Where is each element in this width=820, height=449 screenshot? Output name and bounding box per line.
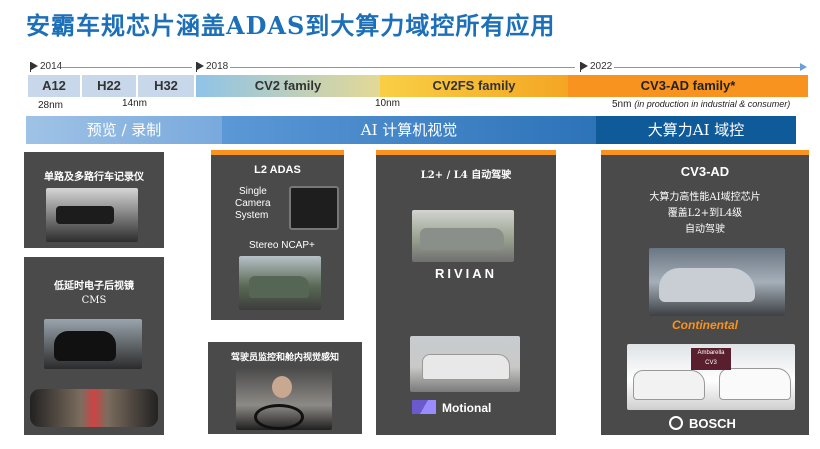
bosch-cars-photo: Ambarella CV3 (627, 344, 795, 410)
year-2018: 2018 (206, 61, 229, 72)
arrow-right-icon (800, 63, 807, 71)
rear-mirror-photo (30, 389, 158, 427)
camera-module-icon (289, 186, 339, 230)
flag-icon (197, 62, 204, 70)
cv3-desc-line2: 覆盖L2+到L4级 (667, 208, 743, 219)
panel-dashcam-title: 单路及多路行车记录仪 (44, 172, 144, 183)
year-2022: 2022 (590, 61, 613, 72)
panel-cms: 低延时电子后视镜 CMS (24, 257, 164, 435)
robotaxi-icon (422, 354, 510, 380)
band-ai-vision: AI 计算机视觉 (222, 116, 596, 144)
process-5nm: 5nm (in production in industrial & consu… (612, 99, 790, 110)
cv3-desc-line1: 大算力高性能AI域控芯片 (649, 192, 761, 203)
process-10nm: 10nm (375, 98, 401, 109)
test-car-icon (719, 368, 791, 400)
panel-l2-adas: L2 ADAS Single Camera System Stereo NCAP… (211, 150, 344, 320)
truck-icon (420, 228, 504, 250)
ambarella-badge-line2: CV3 (705, 360, 717, 366)
steering-wheel-icon (254, 404, 304, 430)
dashcam-photo (46, 188, 138, 242)
continental-car-photo (649, 248, 785, 316)
rivian-logo: RIVIAN (434, 266, 498, 281)
chip-a12: A12 (28, 75, 82, 97)
panel-cv3-ad: CV3-AD 大算力高性能AI域控芯片 覆盖L2+到L4级 自动驾驶 Conti… (601, 150, 809, 435)
timeline-line (62, 67, 192, 68)
label-stereo-ncap: Stereo NCAP+ (249, 240, 315, 251)
panel-cms-title: 低延时电子后视镜 (54, 281, 134, 292)
motional-car-photo (410, 336, 520, 392)
family-cv2fs: CV2FS family (380, 75, 568, 97)
process-5nm-note: (in production in industrial & consumer) (634, 99, 791, 109)
panel-autonomous: L2+ / L4 自动驾驶 RIVIAN Motional (376, 150, 556, 435)
rivian-truck-photo (412, 210, 514, 262)
year-2014: 2014 (40, 61, 63, 72)
label-camera: Camera (235, 198, 271, 209)
panel-dms: 驾驶员监控和舱内视觉感知 (208, 342, 362, 434)
suv-photo (239, 256, 321, 310)
family-cv2: CV2 family (196, 75, 380, 97)
process-5nm-value: 5nm (612, 99, 632, 110)
page-title: 安霸车规芯片涵盖ADAS到大算力域控所有应用 (26, 11, 556, 40)
side-mirror-photo (44, 319, 142, 369)
panel-dms-title: 驾驶员监控和舱内视觉感知 (230, 353, 339, 363)
ambarella-badge: Ambarella CV3 (691, 348, 731, 370)
panel-l2-adas-title: L2 ADAS (254, 164, 301, 176)
bosch-logo-icon (669, 416, 683, 430)
timeline-line (230, 67, 575, 68)
car-icon (249, 276, 309, 298)
panel-accent-bar (211, 150, 344, 155)
chip-h22: H22 (82, 75, 138, 97)
panel-autonomous-title: L2+ / L4 自动驾驶 (420, 170, 512, 181)
driver-head-icon (272, 376, 292, 398)
flag-icon (581, 62, 588, 70)
family-cv3-ad: CV3-AD family* (568, 75, 808, 97)
cv3-desc-line3: 自动驾驶 (685, 224, 725, 235)
panel-accent-bar (376, 150, 556, 155)
flag-icon (31, 62, 38, 70)
dashcam-device-icon (56, 206, 114, 224)
bosch-logo: BOSCH (689, 416, 736, 431)
panel-cv3-ad-title: CV3-AD (680, 164, 730, 179)
test-car-icon (633, 370, 705, 400)
ambarella-badge-line1: Ambarella (697, 350, 725, 356)
label-single: Single (239, 186, 267, 197)
continental-logo: Continental (672, 318, 738, 332)
band-preview-record: 预览 / 录制 (26, 116, 222, 144)
motional-logo-icon (412, 400, 436, 414)
driver-photo (236, 368, 332, 430)
timeline-line (614, 67, 804, 68)
process-28nm: 28nm (38, 100, 64, 111)
band-ai-domain: 大算力AI 域控 (596, 116, 796, 144)
motional-logo: Motional (442, 401, 492, 415)
mirror-icon (54, 331, 116, 361)
chip-h32: H32 (138, 75, 194, 97)
panel-accent-bar (601, 150, 809, 155)
label-system: System (235, 210, 269, 221)
panel-dashcam: 单路及多路行车记录仪 (24, 152, 164, 248)
concept-car-icon (659, 268, 755, 302)
panel-cms-subtitle: CMS (81, 295, 107, 306)
process-14nm: 14nm (122, 98, 148, 109)
